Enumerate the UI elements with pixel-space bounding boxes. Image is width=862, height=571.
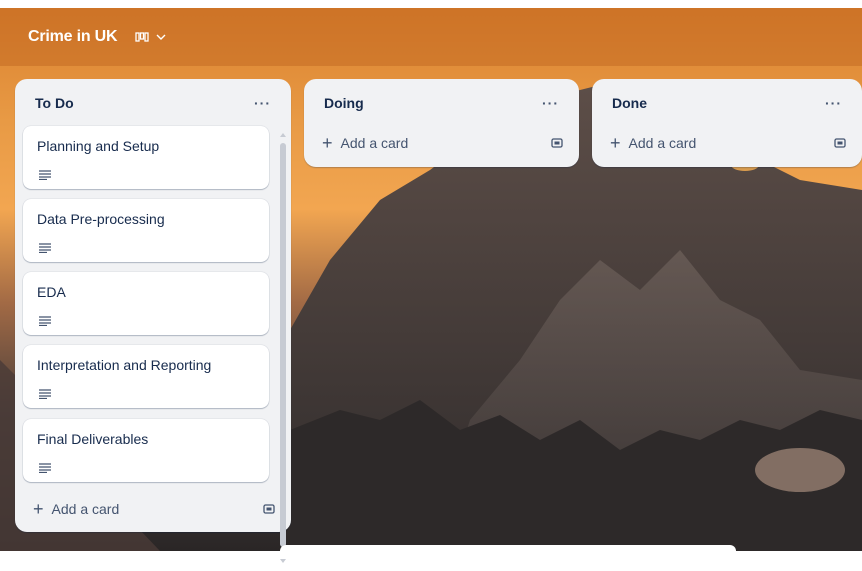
card-template-icon[interactable] xyxy=(551,137,563,149)
card-title: Interpretation and Reporting xyxy=(37,357,212,373)
bottom-bar xyxy=(280,545,736,557)
card-title: EDA xyxy=(37,284,66,300)
card-template-icon[interactable] xyxy=(834,137,846,149)
card-template-icon[interactable] xyxy=(263,503,275,515)
list-footer: + Add a card xyxy=(592,133,862,153)
board-header: Crime in UK xyxy=(0,8,862,66)
add-card-button[interactable]: + Add a card xyxy=(322,133,409,153)
list-title[interactable]: To Do xyxy=(35,95,74,111)
list-header: Done ··· xyxy=(592,79,862,127)
card-final-deliverables[interactable]: Final Deliverables xyxy=(23,419,269,482)
add-card-label: Add a card xyxy=(628,135,697,151)
view-switcher[interactable] xyxy=(135,31,166,43)
add-card-button[interactable]: + Add a card xyxy=(610,133,697,153)
plus-icon: + xyxy=(322,133,333,153)
board-view-icon xyxy=(135,31,150,43)
list-scrollbar[interactable] xyxy=(278,127,288,563)
add-card-button[interactable]: + Add a card xyxy=(33,499,120,519)
description-icon xyxy=(39,240,51,258)
description-icon xyxy=(39,460,51,478)
card-interpretation-and-reporting[interactable]: Interpretation and Reporting xyxy=(23,345,269,408)
list-doing: Doing ··· + Add a card xyxy=(304,79,579,167)
plus-icon: + xyxy=(33,499,44,519)
scroll-up-icon[interactable] xyxy=(278,127,288,137)
more-icon[interactable]: ··· xyxy=(538,91,563,115)
more-icon[interactable]: ··· xyxy=(821,91,846,115)
card-eda[interactable]: EDA xyxy=(23,272,269,335)
board-title[interactable]: Crime in UK xyxy=(28,28,118,46)
card-title: Planning and Setup xyxy=(37,138,160,154)
description-icon xyxy=(39,313,51,331)
list-to-do: To Do ··· Planning and Setup Data Pre-pr… xyxy=(15,79,291,563)
plus-icon: + xyxy=(610,133,621,153)
chevron-down-icon xyxy=(156,33,166,41)
add-card-label: Add a card xyxy=(51,501,120,517)
description-icon xyxy=(39,386,51,404)
description-icon xyxy=(39,167,51,185)
list-header: To Do ··· xyxy=(15,79,291,127)
card-planning-and-setup[interactable]: Planning and Setup xyxy=(23,126,269,189)
list-done: Done ··· + Add a card xyxy=(592,79,862,167)
card-data-pre-processing[interactable]: Data Pre-processing xyxy=(23,199,269,262)
card-title: Final Deliverables xyxy=(37,431,149,447)
list-title[interactable]: Done xyxy=(612,95,647,111)
card-title: Data Pre-processing xyxy=(37,211,165,227)
top-strip xyxy=(0,0,862,8)
list-footer: + Add a card xyxy=(304,133,579,153)
list-title[interactable]: Doing xyxy=(324,95,364,111)
list-header: Doing ··· xyxy=(304,79,579,127)
add-card-label: Add a card xyxy=(340,135,409,151)
scrollbar-thumb[interactable] xyxy=(280,143,286,547)
more-icon[interactable]: ··· xyxy=(250,91,275,115)
list-footer: + Add a card xyxy=(15,499,291,519)
